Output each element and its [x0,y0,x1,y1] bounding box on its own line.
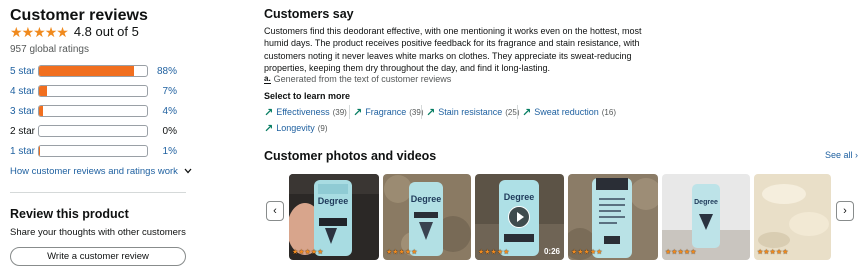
histogram-bar-fill [39,146,41,156]
ai-icon: a. [264,74,271,84]
overall-rating[interactable]: ★ ★ ★ ★ ★ 4.8 out of 5 [10,24,139,40]
customer-photo-thumbnail[interactable]: Degree ★★★★★ [662,174,750,260]
chip-count: (16) [601,107,616,117]
svg-text:Degree: Degree [318,196,349,206]
select-to-learn-label: Select to learn more [264,91,351,101]
chip-sweat-reduction[interactable]: ↗ Sweat reduction (16) [522,104,616,120]
global-ratings-count: 957 global ratings [10,44,89,55]
histogram-percent[interactable]: 88% [149,66,177,77]
histogram-bar-fill [39,86,47,96]
how-reviews-work-label: How customer reviews and ratings work [10,166,178,177]
write-review-button[interactable]: Write a customer review [10,247,186,266]
histogram-percent[interactable]: 4% [149,106,177,117]
customers-say-summary: Customers find this deodorant effective,… [264,26,642,73]
histogram-row-1-star[interactable]: 1 star 1% [10,144,178,158]
chip-label: Stain resistance [438,107,503,117]
section-divider [10,192,186,193]
customer-photo-thumbnail[interactable]: Degree ★★★★★ [383,174,471,260]
chip-label: Sweat reduction [534,107,599,117]
histogram-label[interactable]: 5 star [10,66,38,77]
thumbnail-rating-stars: ★★★★★ [292,249,324,256]
customer-video-thumbnail[interactable]: Degree ★★★★★ 0:26 [475,174,564,260]
play-icon[interactable] [508,206,530,228]
histogram-row-2-star: 2 star 0% [10,124,178,138]
thumbnail-rating-stars: ★★★★★ [386,249,418,256]
customer-reviews-title: Customer reviews [10,7,148,24]
histogram-label: 2 star [10,125,36,137]
histogram-label[interactable]: 1 star [10,146,38,157]
thumbnail-rating-stars: ★★★★★ [665,249,697,256]
review-product-subtitle: Share your thoughts with other customers [10,227,186,238]
how-reviews-work-link[interactable]: How customer reviews and ratings work [10,166,192,177]
rating-stars-icon: ★ ★ ★ ★ ★ [10,24,69,40]
histogram-bar-fill [39,106,44,116]
chip-fragrance[interactable]: ↗ Fragrance (39) [353,104,423,120]
chip-separator [517,105,518,119]
carousel-prev-button[interactable]: ‹ [266,201,284,221]
thumbnail-rating-stars: ★★★★★ [478,249,510,256]
customer-photo-thumbnail[interactable]: Degree ★★★★★ [289,174,379,260]
customers-say-title: Customers say [264,7,354,21]
histogram-bar [38,85,148,97]
svg-text:Degree: Degree [694,199,718,206]
chip-separator [421,105,422,119]
trend-up-arrow-icon: ↗ [264,106,274,119]
chip-label: Fragrance [365,107,407,117]
histogram-row-5-star[interactable]: 5 star 88% [10,64,178,78]
chip-effectiveness[interactable]: ↗ Effectiveness (39) [264,104,347,120]
svg-text:Degree: Degree [504,192,535,202]
trend-up-arrow-icon: ↗ [264,122,274,135]
ai-generated-note: a. Generated from the text of customer r… [264,74,451,84]
thumbnail-rating-stars: ★★★★★ [571,249,603,256]
histogram-label[interactable]: 3 star [10,106,38,117]
histogram-bar [38,105,148,117]
histogram-percent[interactable]: 1% [149,146,177,157]
customer-photos-title: Customer photos and videos [264,149,437,163]
histogram-bar [38,145,148,157]
histogram-row-4-star[interactable]: 4 star 7% [10,84,178,98]
chip-stain-resistance[interactable]: ↗ Stain resistance (25) [426,104,520,120]
trend-up-arrow-icon: ↗ [353,106,363,119]
histogram-bar [38,65,148,77]
histogram-label[interactable]: 4 star [10,86,38,97]
see-all-link[interactable]: See all › [825,150,858,160]
video-duration: 0:26 [543,247,560,256]
trend-up-arrow-icon: ↗ [522,106,532,119]
histogram-percent[interactable]: 7% [149,86,177,97]
chip-label: Longevity [276,123,315,133]
histogram-row-3-star[interactable]: 3 star 4% [10,104,178,118]
review-product-title: Review this product [10,207,129,221]
chip-separator [349,105,350,119]
chip-longevity[interactable]: ↗ Longevity (9) [264,120,328,136]
ai-generated-text: Generated from the text of customer revi… [273,74,452,84]
chip-label: Effectiveness [276,107,330,117]
chevron-down-icon [184,169,192,174]
histogram-bar-fill [39,66,135,76]
histogram-percent: 0% [162,125,177,137]
carousel-next-button[interactable]: › [836,201,854,221]
chip-count: (39) [332,107,347,117]
trend-up-arrow-icon: ↗ [426,106,436,119]
customer-photo-thumbnail[interactable]: ★★★★★ [754,174,831,260]
thumbnail-rating-stars: ★★★★★ [757,249,789,256]
svg-text:Degree: Degree [411,194,442,204]
customer-photo-thumbnail[interactable]: ★★★★★ [568,174,658,260]
chip-count: (9) [317,123,328,133]
rating-text: 4.8 out of 5 [73,24,139,39]
histogram-bar [38,125,148,137]
